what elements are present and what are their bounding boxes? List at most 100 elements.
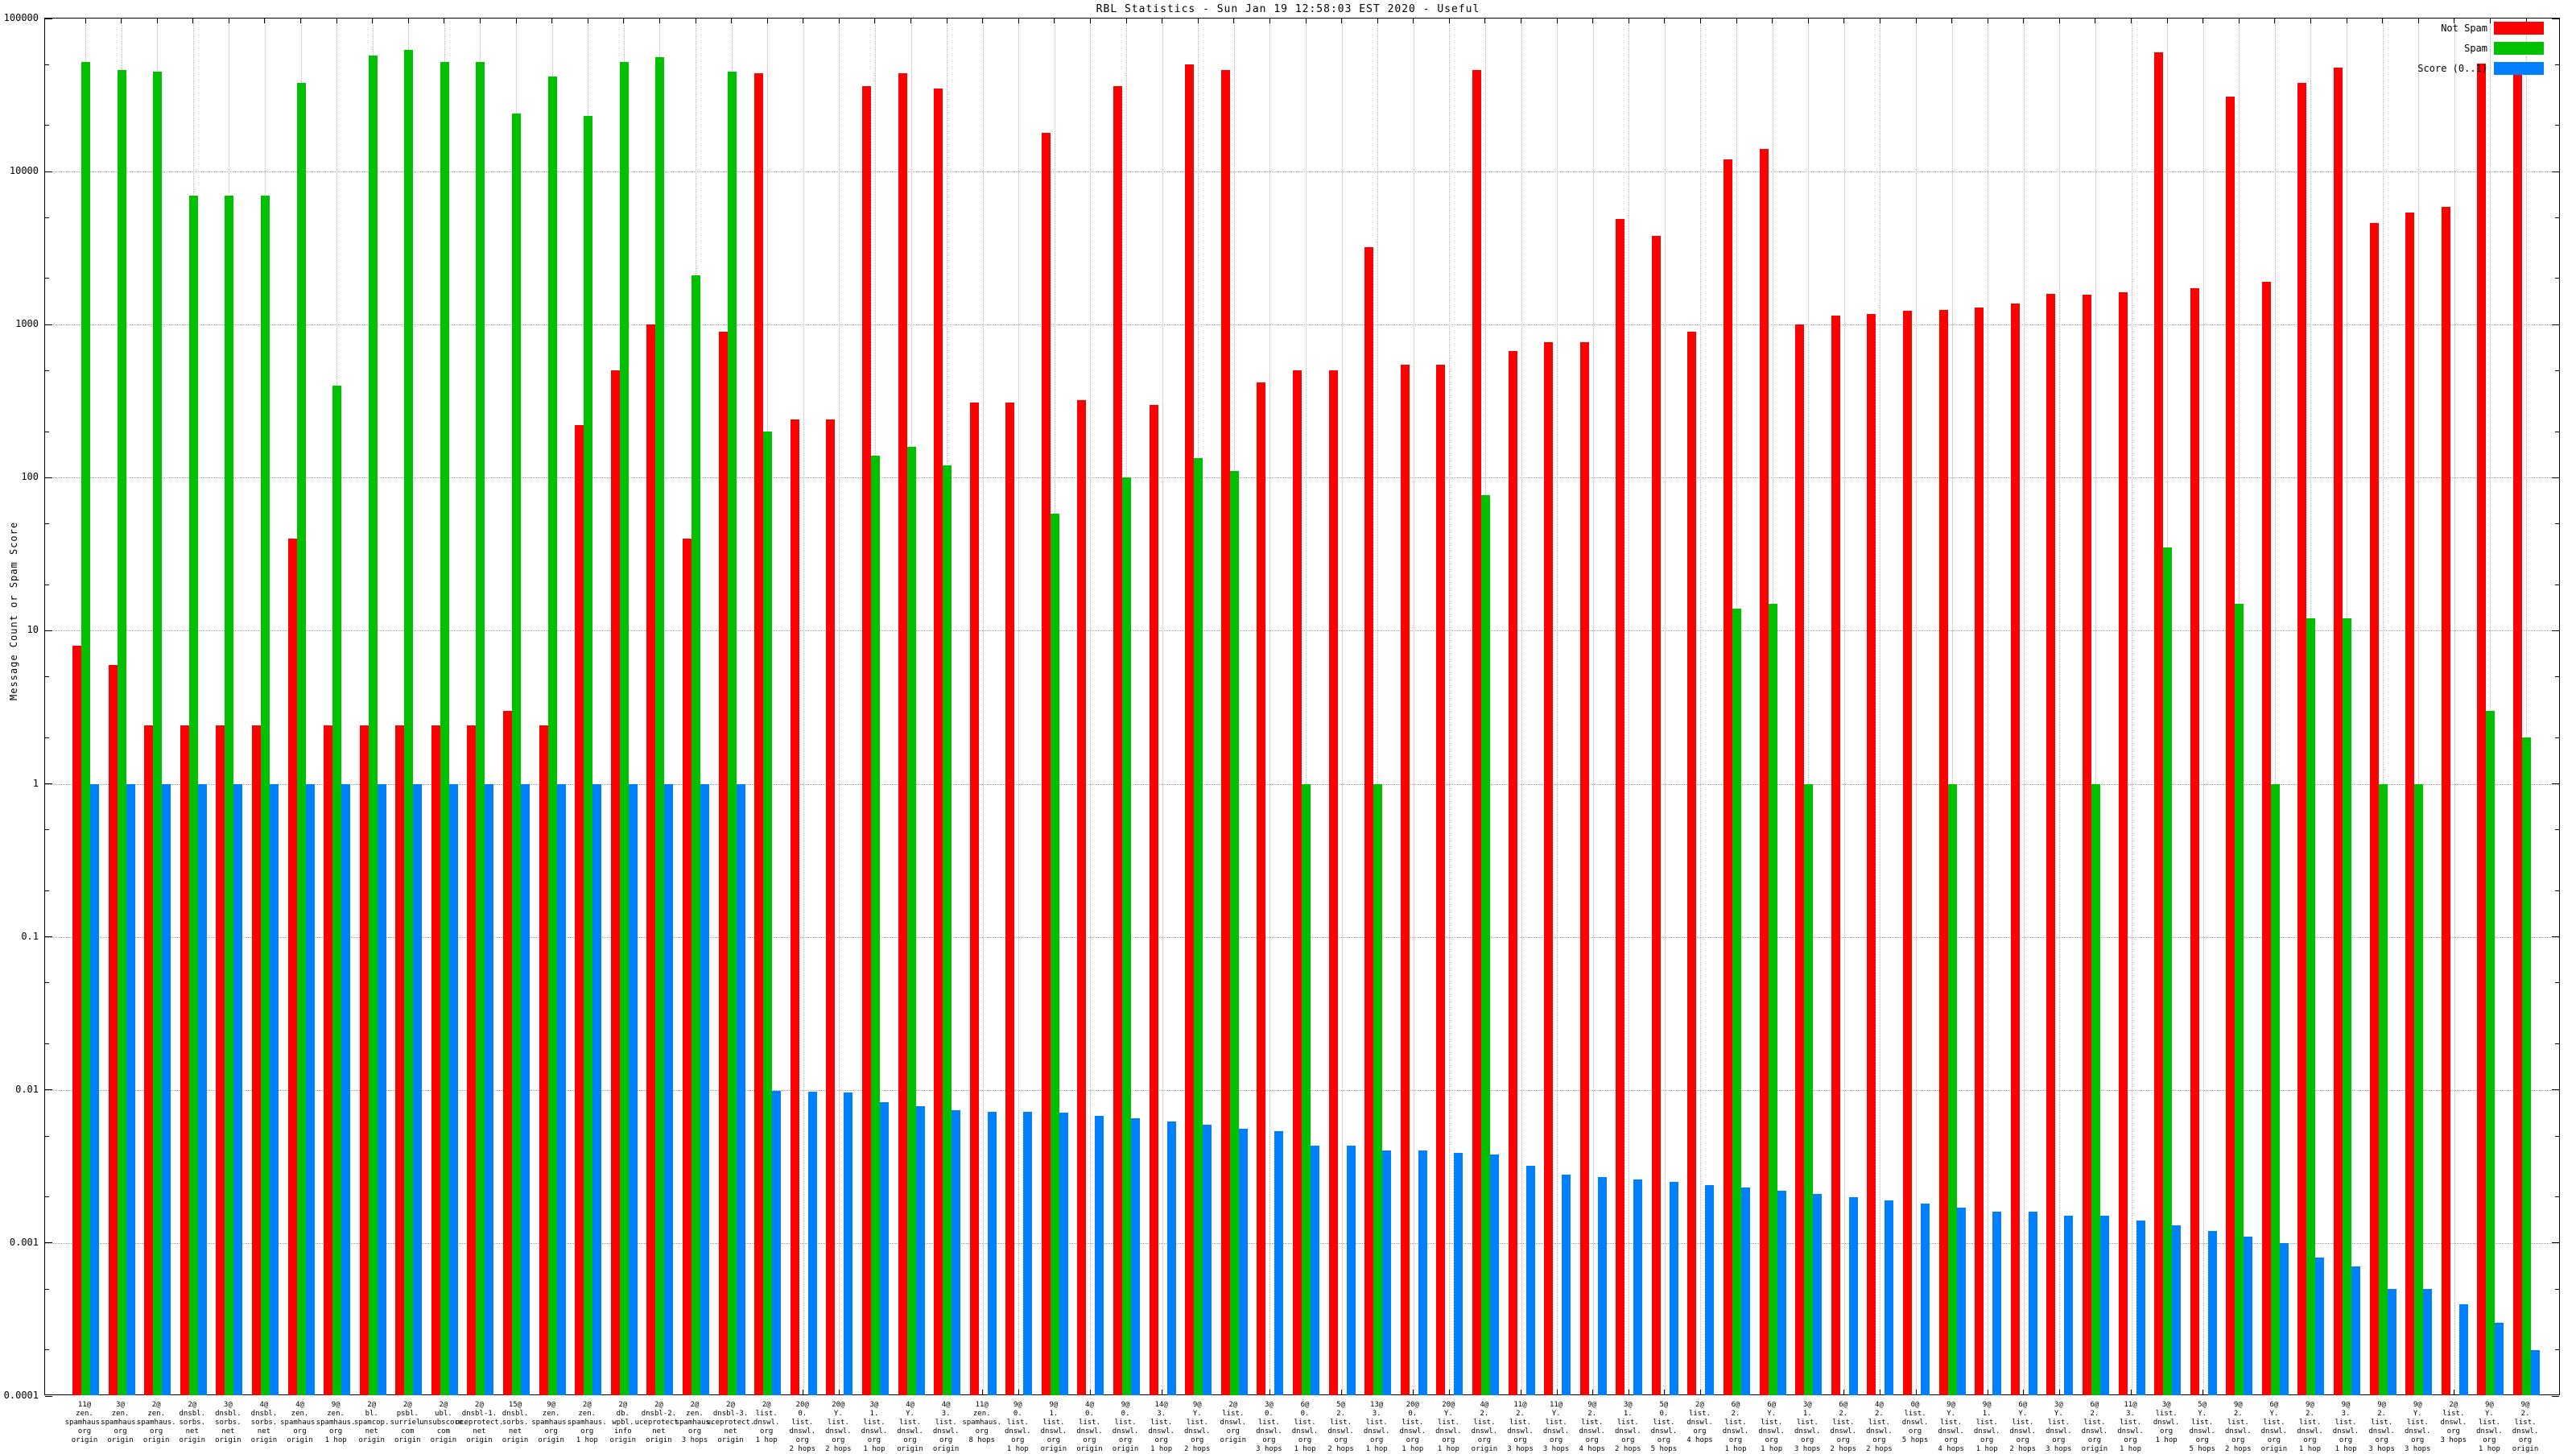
x-tick-mark [1592,1390,1594,1394]
bar-not-spam [1795,324,1805,1395]
bar-spam [440,61,449,1395]
y-minor-tick [2555,370,2559,371]
bar-score [2387,1289,2396,1395]
bar-not-spam [1436,364,1446,1395]
bar-score [1525,1165,1535,1395]
bar-score [2423,1289,2433,1395]
bar-score [1311,1146,1319,1395]
x-tick-mark [1269,19,1270,23]
x-tick-mark [1699,19,1701,23]
bar-spam [512,113,522,1395]
bar-score [2458,1303,2468,1395]
x-tick-mark [874,19,876,23]
bar-score [1777,1190,1786,1395]
bar-spam [296,82,306,1395]
y-minor-tick [45,278,49,279]
bar-score [2207,1230,2217,1395]
bar-score [233,783,243,1395]
bar-not-spam [934,88,943,1395]
bar-not-spam [790,419,799,1395]
x-tick-mark [2058,1390,2060,1394]
bar-score [162,783,171,1395]
x-tick-mark [1018,1390,1019,1394]
bar-not-spam [1938,310,1948,1395]
bar-not-spam [1005,402,1015,1395]
bar-score [592,783,602,1395]
x-tick-mark [1951,19,1953,23]
x-tick-mark [2131,19,2132,23]
bar-score [1059,1113,1068,1395]
y-minor-tick [45,1196,49,1198]
y-tick-mark [45,171,52,172]
y-minor-tick [45,829,49,831]
y-minor-tick [45,890,49,891]
legend-label: Score (0..1) [2417,63,2487,74]
y-minor-tick [45,125,49,126]
bar-not-spam [324,725,333,1395]
y-gridline [45,630,2559,632]
bar-not-spam [1508,351,1517,1395]
x-tick-mark [85,19,86,23]
y-tick-label: 0.0001 [3,1390,39,1401]
bar-spam [1050,514,1059,1395]
bar-score [664,783,674,1395]
bar-not-spam [1616,219,1625,1395]
y-axis-label: Message Count or Spam Score [8,521,19,700]
bar-spam [691,275,700,1395]
bar-score [1166,1121,1176,1395]
y-minor-tick [45,584,49,585]
x-gridline [1018,19,1020,1394]
bar-score [2244,1237,2253,1395]
bar-score [1274,1130,1284,1395]
bar-score [1023,1111,1033,1395]
bar-score [1382,1150,1392,1395]
bar-spam [2306,618,2316,1395]
bar-spam [260,195,270,1395]
bar-not-spam [1293,370,1302,1395]
x-gridline [1664,19,1666,1394]
x-tick-mark [1915,1390,1917,1394]
x-tick-mark [1305,19,1307,23]
bar-score [1669,1182,1678,1395]
x-tick-mark [1736,19,1737,23]
bar-spam [1194,457,1203,1395]
x-gridline [1700,19,1702,1394]
bar-spam [1804,783,1814,1395]
x-tick-mark [121,19,122,23]
y-minor-tick [45,1043,49,1045]
y-tick-mark [45,783,52,785]
y-minor-tick [2555,737,2559,738]
bar-score [377,783,386,1395]
bar-score [1705,1184,1715,1395]
y-tick-label: 1 [32,777,39,789]
bar-spam [763,432,773,1395]
bar-spam [2270,783,2280,1395]
y-minor-tick [2555,217,2559,218]
bar-not-spam [1220,70,1230,1395]
bar-not-spam [1759,149,1769,1395]
bar-not-spam [683,538,691,1395]
y-minor-tick [2555,890,2559,891]
bar-not-spam [898,72,907,1395]
x-tick-mark [515,19,517,23]
bar-score [1956,1208,1966,1395]
bar-spam [117,70,126,1395]
y-minor-tick [2555,125,2559,126]
y-minor-tick [45,676,49,678]
bar-spam [368,56,378,1395]
y-tick-label: 0.1 [21,930,39,942]
bar-score [556,783,566,1395]
bar-score [1489,1154,1499,1395]
bar-not-spam [1328,370,1338,1395]
bar-score [126,783,135,1395]
bar-spam [547,76,557,1395]
y-tick-label: 100000 [3,12,39,23]
x-tick-mark [1843,19,1845,23]
x-tick-mark [2023,19,2025,23]
bar-not-spam [1077,400,1087,1395]
x-tick-mark [982,1390,984,1394]
bar-score [485,783,494,1395]
y-tick-mark [45,477,52,478]
bar-not-spam [861,86,871,1395]
bar-score [879,1102,889,1395]
